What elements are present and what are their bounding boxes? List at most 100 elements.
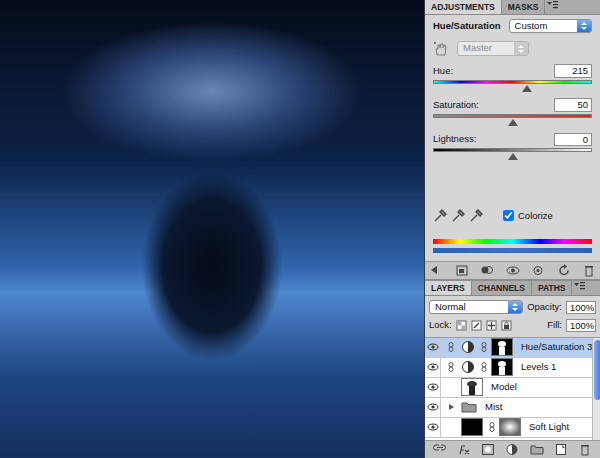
slider-track[interactable] xyxy=(433,80,592,94)
fill-field[interactable]: 100% xyxy=(566,319,596,332)
output-spectrum-bar xyxy=(433,248,592,253)
delete-trash-icon[interactable] xyxy=(582,264,596,277)
layer-name[interactable]: Hue/Saturation 3 xyxy=(521,340,592,354)
slider-thumb[interactable] xyxy=(508,153,518,160)
updown-arrows-icon xyxy=(511,302,519,312)
eyedropper-minus-icon[interactable] xyxy=(469,209,483,223)
previous-state-icon[interactable] xyxy=(531,264,545,277)
visibility-toggle[interactable] xyxy=(425,358,441,377)
slider-row: Lightness: 0 xyxy=(433,132,592,162)
layer-name[interactable]: Model xyxy=(491,380,517,394)
eye-icon[interactable] xyxy=(427,362,439,372)
lock-pixels-icon[interactable] xyxy=(471,320,482,331)
channel-dropdown[interactable]: Master xyxy=(457,41,529,55)
panel-tab[interactable]: CHANNELS xyxy=(472,281,532,295)
spacer xyxy=(433,162,592,208)
slider-head: Hue:215 xyxy=(433,64,592,78)
blend-row: NormalOpacity:100% xyxy=(429,300,596,314)
slider-track[interactable] xyxy=(433,148,592,162)
slider-value-field[interactable]: 50 xyxy=(554,98,592,111)
image-canvas[interactable] xyxy=(0,0,424,458)
preset-dropdown[interactable]: Custom xyxy=(509,19,592,33)
expand-view-icon[interactable] xyxy=(455,264,469,277)
delete-layer-icon[interactable] xyxy=(578,443,592,456)
layers-toolbar xyxy=(425,440,600,458)
colorize-option[interactable]: Colorize xyxy=(503,209,553,223)
blend-mode-dropdown[interactable]: Normal xyxy=(429,300,523,314)
link-layers-icon[interactable] xyxy=(433,443,447,456)
slider-track[interactable] xyxy=(433,114,592,128)
eye-icon[interactable] xyxy=(427,422,439,432)
slider-gradient xyxy=(433,114,592,118)
eye-icon[interactable] xyxy=(427,342,439,352)
layer-name[interactable]: Levels 1 xyxy=(521,360,556,374)
eye-icon[interactable] xyxy=(427,382,439,392)
layer-row[interactable]: Model xyxy=(425,378,592,398)
lock-transparency-icon[interactable] xyxy=(456,320,467,331)
dropdown-arrows-icon xyxy=(577,20,591,32)
adjustments-body: Hue/SaturationCustomMasterHue:215Saturat… xyxy=(425,15,600,261)
layer-thumbnail-icon[interactable] xyxy=(461,418,483,436)
layer-mask-thumbnail-icon[interactable] xyxy=(491,338,513,356)
layer-row[interactable]: Levels 1 xyxy=(425,358,592,378)
chain-link-icon xyxy=(479,362,487,372)
visibility-toggle[interactable] xyxy=(425,378,441,397)
eyedropper-icon[interactable] xyxy=(433,209,447,223)
layer-name[interactable]: Mist xyxy=(485,400,502,414)
new-group-icon[interactable] xyxy=(530,443,544,456)
lock-all-icon[interactable] xyxy=(501,320,512,331)
new-layer-icon[interactable] xyxy=(554,443,568,456)
link-slot xyxy=(445,342,457,352)
visibility-toggle[interactable] xyxy=(425,418,441,437)
slider-gradient xyxy=(433,148,592,152)
slider-value-field[interactable]: 0 xyxy=(554,133,592,146)
expand-triangle-icon[interactable] xyxy=(449,404,454,410)
adjustment-layer-icon[interactable] xyxy=(461,360,475,374)
panel-tab[interactable]: PATHS xyxy=(532,281,573,295)
eyedropper-plus-icon[interactable] xyxy=(451,209,465,223)
scrollbar-knob[interactable] xyxy=(594,340,600,400)
folder-icon[interactable] xyxy=(461,401,477,413)
layer-list-frame: Hue/Saturation 3 Levels 1 Model Mist Soft Li… xyxy=(425,337,600,440)
panel-menu-icon[interactable] xyxy=(545,0,559,10)
slider-thumb[interactable] xyxy=(522,85,532,92)
lock-position-icon[interactable] xyxy=(486,320,497,331)
layer-row[interactable]: Hue/Saturation 3 xyxy=(425,338,592,358)
layer-thumbnail-icon[interactable] xyxy=(461,378,483,396)
slider-label: Lightness: xyxy=(433,132,476,146)
layer-row[interactable]: Soft Light xyxy=(425,418,592,438)
layer-options: NormalOpacity:100%Lock:Fill:100% xyxy=(425,296,600,337)
adjustment-title: Hue/Saturation xyxy=(433,19,501,33)
layer-mask-thumbnail-icon[interactable] xyxy=(499,418,521,436)
slider-value-field[interactable]: 215 xyxy=(554,64,592,77)
hand-adjust-icon[interactable] xyxy=(433,42,449,56)
chain-link-icon xyxy=(487,422,495,432)
layer-style-fx-icon[interactable] xyxy=(457,443,471,456)
panel-tab[interactable]: MASKS xyxy=(502,0,546,14)
expand-toggle[interactable] xyxy=(445,404,457,410)
layer-mask-thumbnail-icon[interactable] xyxy=(491,358,513,376)
color-bars xyxy=(433,239,592,253)
colorize-checkbox[interactable] xyxy=(503,210,514,221)
opacity-field[interactable]: 100% xyxy=(566,301,596,314)
visibility-toggle[interactable] xyxy=(425,338,441,357)
reset-icon[interactable] xyxy=(557,264,571,277)
add-mask-icon[interactable] xyxy=(481,443,495,456)
adjustment-layer-icon[interactable] xyxy=(461,340,475,354)
visibility-toggle[interactable] xyxy=(425,398,441,417)
panel-tab[interactable]: LAYERS xyxy=(425,281,472,295)
slider-thumb[interactable] xyxy=(508,119,518,126)
panel-menu-icon[interactable] xyxy=(572,281,586,291)
layer-row[interactable]: Mist xyxy=(425,398,592,418)
eye-icon[interactable] xyxy=(427,402,439,412)
layer-scrollbar[interactable] xyxy=(592,338,600,440)
panel-tab[interactable]: ADJUSTMENTS xyxy=(425,0,502,14)
clip-layer-icon[interactable] xyxy=(480,264,494,277)
back-arrow-icon[interactable] xyxy=(429,264,443,277)
dropdown-value: Normal xyxy=(435,301,466,313)
slider-row: Hue:215 xyxy=(433,64,592,94)
new-adjustment-icon[interactable] xyxy=(505,443,519,456)
visibility-eye-icon[interactable] xyxy=(506,264,520,277)
title-row: Hue/Saturation Custom xyxy=(433,19,592,33)
layer-name[interactable]: Soft Light xyxy=(529,420,569,434)
